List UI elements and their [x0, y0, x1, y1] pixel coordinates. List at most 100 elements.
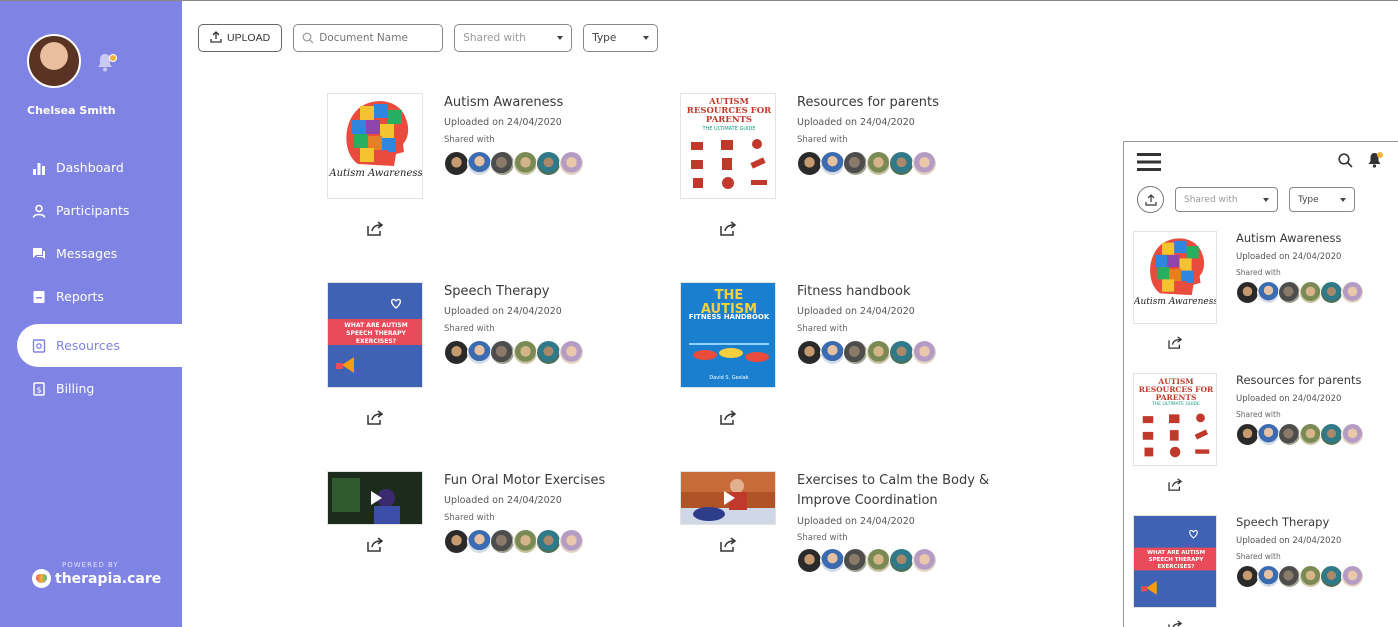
sidebar-item-messages[interactable]: Messages: [0, 232, 182, 275]
avatar[interactable]: [912, 548, 937, 573]
avatar[interactable]: [1236, 565, 1259, 588]
share-icon[interactable]: [367, 537, 384, 556]
avatar[interactable]: [467, 340, 492, 365]
resource-title[interactable]: Speech Therapy: [444, 282, 644, 302]
share-icon[interactable]: [367, 221, 384, 240]
sidebar-item-resources[interactable]: Resources: [17, 324, 182, 367]
avatar[interactable]: [559, 151, 584, 176]
resource-thumbnail[interactable]: Autism Awareness: [327, 93, 423, 199]
share-icon[interactable]: [1168, 476, 1183, 495]
avatar[interactable]: [1341, 281, 1364, 304]
avatar[interactable]: [889, 548, 914, 573]
avatar[interactable]: [513, 340, 538, 365]
type-select[interactable]: Type: [583, 24, 659, 52]
avatar[interactable]: [797, 151, 822, 176]
avatar[interactable]: [1257, 565, 1280, 588]
sidebar-item-billing[interactable]: $ Billing: [0, 367, 182, 410]
resource-card[interactable]: Exercises to Calm the Body & Improve Coo…: [680, 471, 1000, 627]
avatar[interactable]: [1341, 565, 1364, 588]
avatar[interactable]: [467, 529, 492, 554]
avatar[interactable]: [889, 151, 914, 176]
avatar[interactable]: [1320, 565, 1343, 588]
resource-card[interactable]: WHAT ARE AUTISM SPEECH THERAPY EXERCISES…: [1133, 515, 1393, 627]
resource-title[interactable]: Resources for parents: [797, 93, 997, 113]
resource-card[interactable]: THE AUTISM FITNESS HANDBOOK David S. Ges…: [680, 282, 1000, 442]
resource-title[interactable]: Resources for parents: [1236, 373, 1362, 387]
resource-card[interactable]: Autism Awareness Autism Awareness Upload…: [327, 93, 647, 253]
share-icon[interactable]: [367, 410, 384, 429]
resource-title[interactable]: Fitness handbook: [797, 282, 997, 302]
avatar[interactable]: [820, 340, 845, 365]
search-input[interactable]: [319, 32, 435, 44]
play-icon[interactable]: [724, 491, 735, 505]
avatar[interactable]: [467, 151, 492, 176]
resource-title[interactable]: Speech Therapy: [1236, 515, 1329, 529]
resource-card[interactable]: Autism Awareness Autism Awareness Upload…: [1133, 231, 1393, 371]
avatar[interactable]: [866, 340, 891, 365]
avatar[interactable]: [1299, 281, 1322, 304]
avatar[interactable]: [820, 548, 845, 573]
resource-title[interactable]: Exercises to Calm the Body & Improve Coo…: [797, 471, 997, 511]
resource-card[interactable]: AUTISM RESOURCES FOR PARENTS THE ULTIMAT…: [1133, 373, 1393, 513]
avatar[interactable]: [1299, 423, 1322, 446]
avatar[interactable]: [797, 340, 822, 365]
video-thumbnail[interactable]: [327, 471, 423, 525]
avatar[interactable]: [1320, 281, 1343, 304]
hamburger-menu-icon[interactable]: [1137, 152, 1161, 176]
avatar[interactable]: [444, 340, 469, 365]
resource-card[interactable]: AUTISM RESOURCES FOR PARENTS THE ULTIMAT…: [680, 93, 1000, 253]
avatar[interactable]: [1236, 281, 1259, 304]
avatar[interactable]: [559, 340, 584, 365]
shared-with-select[interactable]: Shared with: [1175, 187, 1278, 212]
share-icon[interactable]: [720, 537, 737, 556]
avatar[interactable]: [843, 548, 868, 573]
avatar[interactable]: [797, 548, 822, 573]
resource-card[interactable]: WHAT ARE AUTISM SPEECH THERAPY EXERCISES…: [327, 282, 647, 442]
play-icon[interactable]: [371, 491, 382, 505]
avatar[interactable]: [1278, 565, 1301, 588]
avatar[interactable]: [444, 529, 469, 554]
share-icon[interactable]: [1168, 618, 1183, 627]
user-avatar[interactable]: [27, 34, 81, 88]
share-icon[interactable]: [720, 221, 737, 240]
video-thumbnail[interactable]: [680, 471, 776, 525]
resource-thumbnail[interactable]: WHAT ARE AUTISM SPEECH THERAPY EXERCISES…: [1133, 515, 1217, 608]
resource-title[interactable]: Autism Awareness: [1236, 231, 1341, 245]
avatar[interactable]: [866, 151, 891, 176]
avatar[interactable]: [912, 151, 937, 176]
avatar[interactable]: [513, 151, 538, 176]
share-icon[interactable]: [720, 410, 737, 429]
sidebar-item-participants[interactable]: Participants: [0, 189, 182, 232]
resource-thumbnail[interactable]: WHAT ARE AUTISM SPEECH THERAPY EXERCISES…: [327, 282, 423, 388]
search-icon[interactable]: [1338, 153, 1353, 172]
resource-title[interactable]: Fun Oral Motor Exercises: [444, 471, 644, 491]
avatar[interactable]: [490, 340, 515, 365]
avatar[interactable]: [1299, 565, 1322, 588]
shared-with-select[interactable]: Shared with: [454, 24, 573, 52]
avatar[interactable]: [912, 340, 937, 365]
avatar[interactable]: [1257, 281, 1280, 304]
share-icon[interactable]: [1168, 334, 1183, 353]
upload-button[interactable]: [1137, 186, 1164, 213]
avatar[interactable]: [490, 529, 515, 554]
upload-button[interactable]: UPLOAD: [198, 24, 283, 52]
avatar[interactable]: [513, 529, 538, 554]
avatar[interactable]: [1278, 423, 1301, 446]
avatar[interactable]: [444, 151, 469, 176]
avatar[interactable]: [559, 529, 584, 554]
resource-thumbnail[interactable]: THE AUTISM FITNESS HANDBOOK David S. Ges…: [680, 282, 776, 388]
avatar[interactable]: [536, 529, 561, 554]
avatar[interactable]: [843, 340, 868, 365]
resource-thumbnail[interactable]: AUTISM RESOURCES FOR PARENTS THE ULTIMAT…: [1133, 373, 1217, 466]
avatar[interactable]: [1257, 423, 1280, 446]
resource-thumbnail[interactable]: Autism Awareness: [1133, 231, 1217, 324]
avatar[interactable]: [866, 548, 891, 573]
resource-card[interactable]: Fun Oral Motor Exercises Uploaded on 24/…: [327, 471, 647, 627]
search-box[interactable]: [293, 24, 444, 52]
avatar[interactable]: [490, 151, 515, 176]
type-select[interactable]: Type: [1289, 187, 1355, 212]
avatar[interactable]: [1278, 281, 1301, 304]
avatar[interactable]: [843, 151, 868, 176]
sidebar-item-reports[interactable]: Reports: [0, 275, 182, 318]
avatar[interactable]: [1341, 423, 1364, 446]
